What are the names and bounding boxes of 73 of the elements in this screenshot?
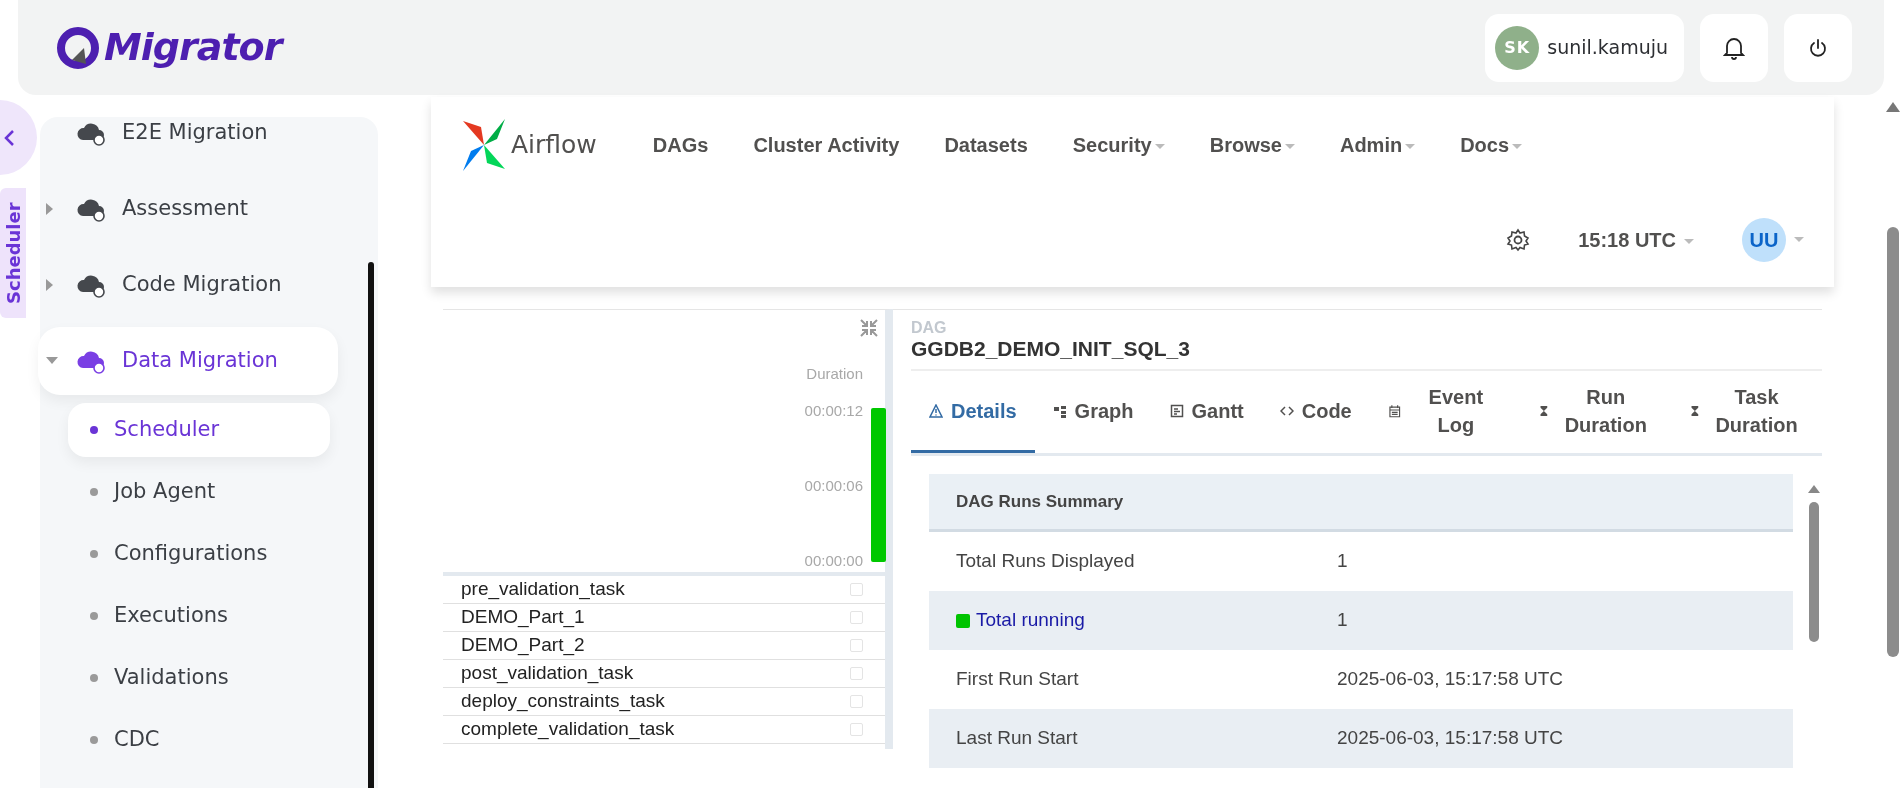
sidebar-subitem[interactable]: Validations bbox=[68, 651, 330, 705]
power-icon bbox=[1808, 37, 1828, 58]
code-icon bbox=[1279, 403, 1294, 418]
tab[interactable]: Details bbox=[911, 371, 1035, 454]
axis-title: Duration bbox=[806, 364, 863, 382]
task-name[interactable]: deploy_constraints_task bbox=[461, 687, 665, 716]
table-cell-text: 1 bbox=[1337, 608, 1348, 633]
logo-mark-icon bbox=[56, 25, 100, 70]
dag-id: GGDB2_DEMO_INIT_SQL_3 bbox=[911, 336, 1191, 362]
tick-label: 00:00:00 bbox=[804, 551, 863, 569]
tab[interactable]: Event Log bbox=[1369, 371, 1521, 454]
airflow-logo[interactable]: Airflow bbox=[461, 116, 597, 173]
tick-label: 00:00:12 bbox=[804, 401, 863, 419]
caret-icon[interactable] bbox=[46, 279, 54, 292]
task-name[interactable]: DEMO_Part_2 bbox=[461, 631, 585, 660]
sidebar-item[interactable]: E2E Migration bbox=[38, 99, 338, 167]
table-header: DAG Runs Summary bbox=[929, 474, 1793, 533]
caret-icon[interactable] bbox=[46, 203, 54, 216]
hourglass-icon bbox=[1689, 403, 1701, 418]
table-cell-text: 1 bbox=[1337, 549, 1348, 574]
scroll-up-icon[interactable] bbox=[1885, 101, 1901, 113]
sidebar-item[interactable]: Code Migration bbox=[38, 251, 338, 319]
nav-link[interactable]: DAGs bbox=[652, 129, 709, 160]
sidebar-subitem[interactable]: Job Agent bbox=[68, 465, 330, 519]
sidebar-subitem[interactable]: Executions bbox=[68, 589, 330, 643]
task-name[interactable]: DEMO_Part_1 bbox=[461, 603, 585, 632]
nav-link[interactable]: Security bbox=[1072, 129, 1165, 160]
table-cell-text: First Run Start bbox=[956, 667, 1079, 692]
task-name[interactable]: post_validation_task bbox=[461, 659, 634, 688]
logout-button[interactable] bbox=[1784, 13, 1852, 82]
sidebar-subitem[interactable]: Configurations bbox=[68, 527, 330, 581]
calendar-icon bbox=[1387, 403, 1402, 418]
nav-link[interactable]: Cluster Activity bbox=[753, 129, 900, 160]
scroll-up-icon[interactable] bbox=[1807, 484, 1821, 495]
user-name: sunil.kamuju bbox=[1547, 35, 1668, 61]
settings-icon[interactable] bbox=[1506, 227, 1531, 252]
sidebar-item[interactable]: Assessment bbox=[38, 175, 338, 243]
task-name[interactable]: complete_validation_task bbox=[461, 715, 675, 744]
side-tab[interactable]: Scheduler bbox=[0, 188, 26, 318]
sidebar-subitem[interactable]: CDC bbox=[68, 713, 330, 767]
tab[interactable]: Code bbox=[1261, 371, 1370, 454]
tick-label: 00:00:06 bbox=[804, 476, 863, 494]
tab[interactable]: Task Duration bbox=[1671, 371, 1822, 454]
user-chip[interactable]: SK sunil.kamuju bbox=[1485, 13, 1684, 82]
sidebar-item[interactable]: Data Migration bbox=[38, 327, 338, 395]
timezone-menu[interactable]: 15:18 UTC bbox=[1578, 224, 1694, 255]
nav-link[interactable]: Docs bbox=[1460, 129, 1523, 160]
tab[interactable]: Run Duration bbox=[1520, 371, 1672, 454]
sidebar-scrollbar[interactable] bbox=[368, 262, 374, 788]
graph-icon bbox=[1052, 403, 1067, 418]
airflow-brand: Airflow bbox=[511, 128, 597, 161]
nav-link[interactable]: Admin bbox=[1339, 129, 1416, 160]
collapse-icon[interactable] bbox=[859, 318, 879, 338]
tab[interactable]: Gantt bbox=[1151, 371, 1262, 454]
user-avatar: SK bbox=[1495, 25, 1540, 70]
warning-icon bbox=[929, 403, 943, 418]
table-cell-text: 2025-06-03, 15:17:58 UTC bbox=[1337, 667, 1564, 692]
caret-icon[interactable] bbox=[46, 357, 58, 366]
task-name[interactable]: pre_validation_task bbox=[461, 575, 625, 604]
table-cell-text: 2025-06-03, 15:17:58 UTC bbox=[1337, 726, 1564, 751]
tab[interactable]: Graph bbox=[1034, 371, 1152, 454]
table-cell-text: Total Runs Displayed bbox=[956, 549, 1135, 574]
chevron-left-icon bbox=[3, 128, 15, 147]
logo-text: Migrator bbox=[104, 24, 282, 71]
notifications-button[interactable] bbox=[1700, 13, 1768, 82]
state-link[interactable]: Total running bbox=[976, 606, 1085, 635]
sidebar-subitem[interactable]: Scheduler bbox=[68, 403, 330, 457]
dag-caption: DAG bbox=[911, 320, 948, 336]
nav-link[interactable]: Datasets bbox=[944, 129, 1028, 160]
bell-icon bbox=[1723, 35, 1745, 60]
table-cell-text: Last Run Start bbox=[956, 726, 1078, 751]
gantt-icon bbox=[1169, 403, 1184, 418]
nav-link[interactable]: Browse bbox=[1209, 129, 1295, 160]
